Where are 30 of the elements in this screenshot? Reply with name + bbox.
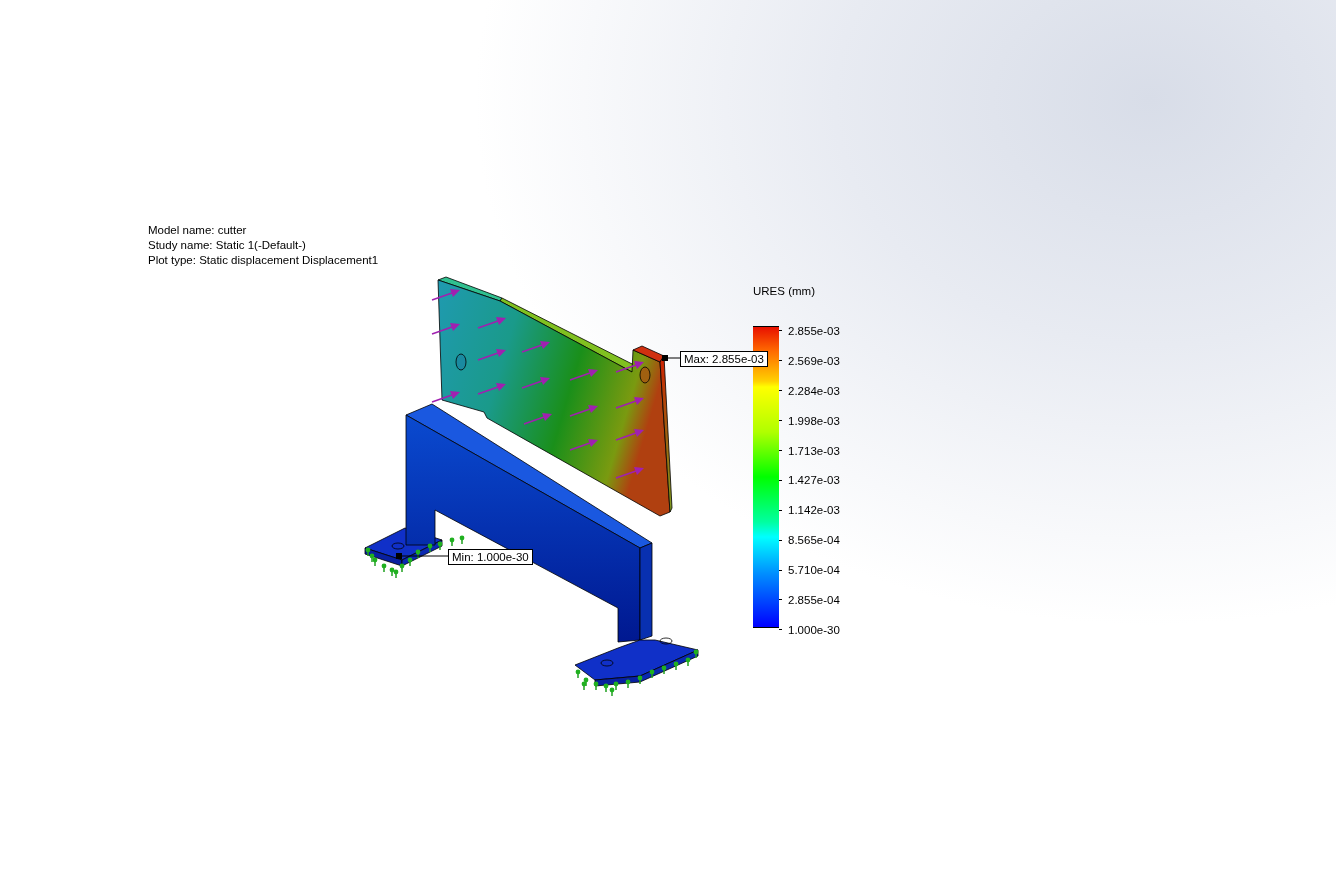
tick-mark	[779, 330, 782, 332]
scale-value: 8.565e-04	[788, 534, 840, 547]
scale-value: 2.855e-03	[788, 324, 840, 337]
scale-value: 1.142e-03	[788, 504, 840, 517]
tick-mark	[779, 420, 782, 422]
tick-mark	[779, 599, 782, 601]
tick-mark	[779, 509, 782, 511]
plot-info-text: Model name: cutter	[148, 223, 247, 238]
scale-value: 2.284e-03	[788, 384, 840, 397]
tick-mark	[779, 450, 782, 451]
tick-mark	[779, 629, 782, 631]
tick-mark	[779, 360, 782, 362]
scale-value: 5.710e-04	[788, 564, 840, 577]
plot-info-text: Plot type: Static displacement Displacement1	[148, 253, 379, 268]
scale-value: 1.427e-03	[788, 474, 840, 487]
scale-value: 1.000e-30	[788, 623, 840, 636]
tick-mark	[779, 569, 782, 571]
scale-value: 2.569e-03	[788, 354, 840, 367]
min-value-label: Min: 1.000e-30	[448, 549, 533, 565]
scale-value: 1.713e-03	[788, 444, 840, 457]
tick-mark	[779, 479, 782, 481]
scale-value: 2.855e-04	[788, 593, 840, 606]
scale-value: 1.998e-03	[788, 414, 840, 427]
leader-line	[396, 553, 449, 559]
max-value-label: Max: 2.855e-03	[680, 351, 768, 367]
tick-mark	[779, 539, 782, 541]
plot-info-text: Study name: Static 1(-Default-)	[148, 238, 306, 253]
leader-line	[662, 355, 681, 361]
tick-mark	[779, 390, 782, 392]
legend-title: URES (mm)	[753, 285, 815, 297]
